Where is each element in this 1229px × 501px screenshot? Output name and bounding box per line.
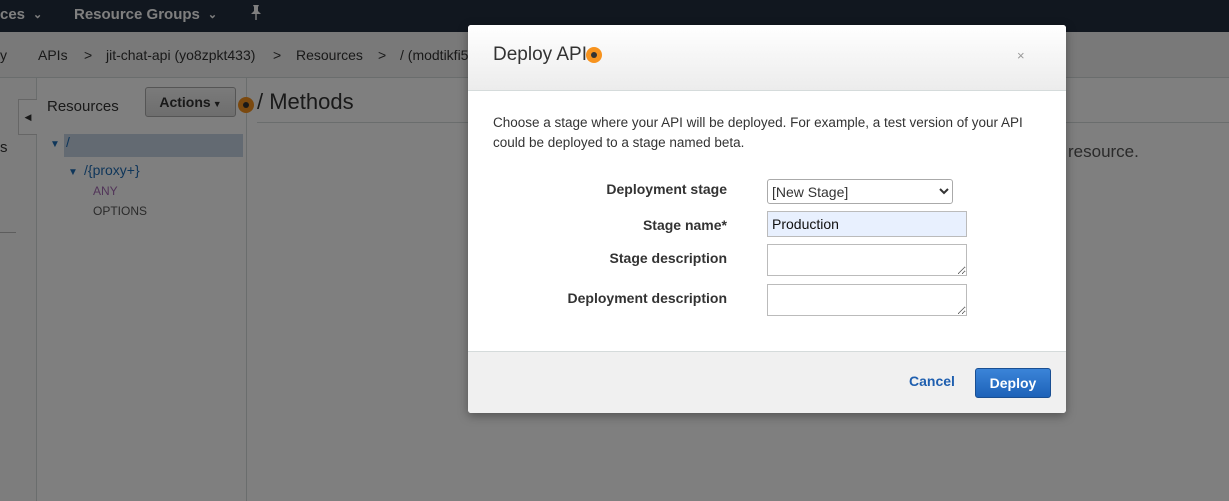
deploy-button[interactable]: Deploy bbox=[975, 368, 1051, 398]
stage-name-label: Stage name* bbox=[642, 217, 727, 233]
dialog-description: Choose a stage where your API will be de… bbox=[493, 115, 1023, 150]
help-hint-icon[interactable] bbox=[586, 47, 602, 63]
cancel-button[interactable]: Cancel bbox=[909, 373, 955, 389]
deployment-stage-select[interactable]: [New Stage] bbox=[767, 179, 953, 204]
dialog-title: Deploy API bbox=[493, 44, 587, 65]
stage-description-textarea[interactable] bbox=[767, 244, 967, 276]
stage-description-label: Stage description bbox=[609, 250, 727, 266]
dialog-header: Deploy API × bbox=[468, 25, 1066, 91]
deployment-description-label: Deployment description bbox=[567, 290, 727, 306]
deployment-stage-label: Deployment stage bbox=[606, 181, 727, 197]
stage-name-input[interactable] bbox=[767, 211, 967, 237]
deployment-description-textarea[interactable] bbox=[767, 284, 967, 316]
deploy-api-dialog: Deploy API × Choose a stage where your A… bbox=[468, 25, 1066, 413]
dialog-footer: Cancel Deploy bbox=[468, 351, 1066, 413]
close-icon[interactable]: × bbox=[1017, 48, 1025, 63]
